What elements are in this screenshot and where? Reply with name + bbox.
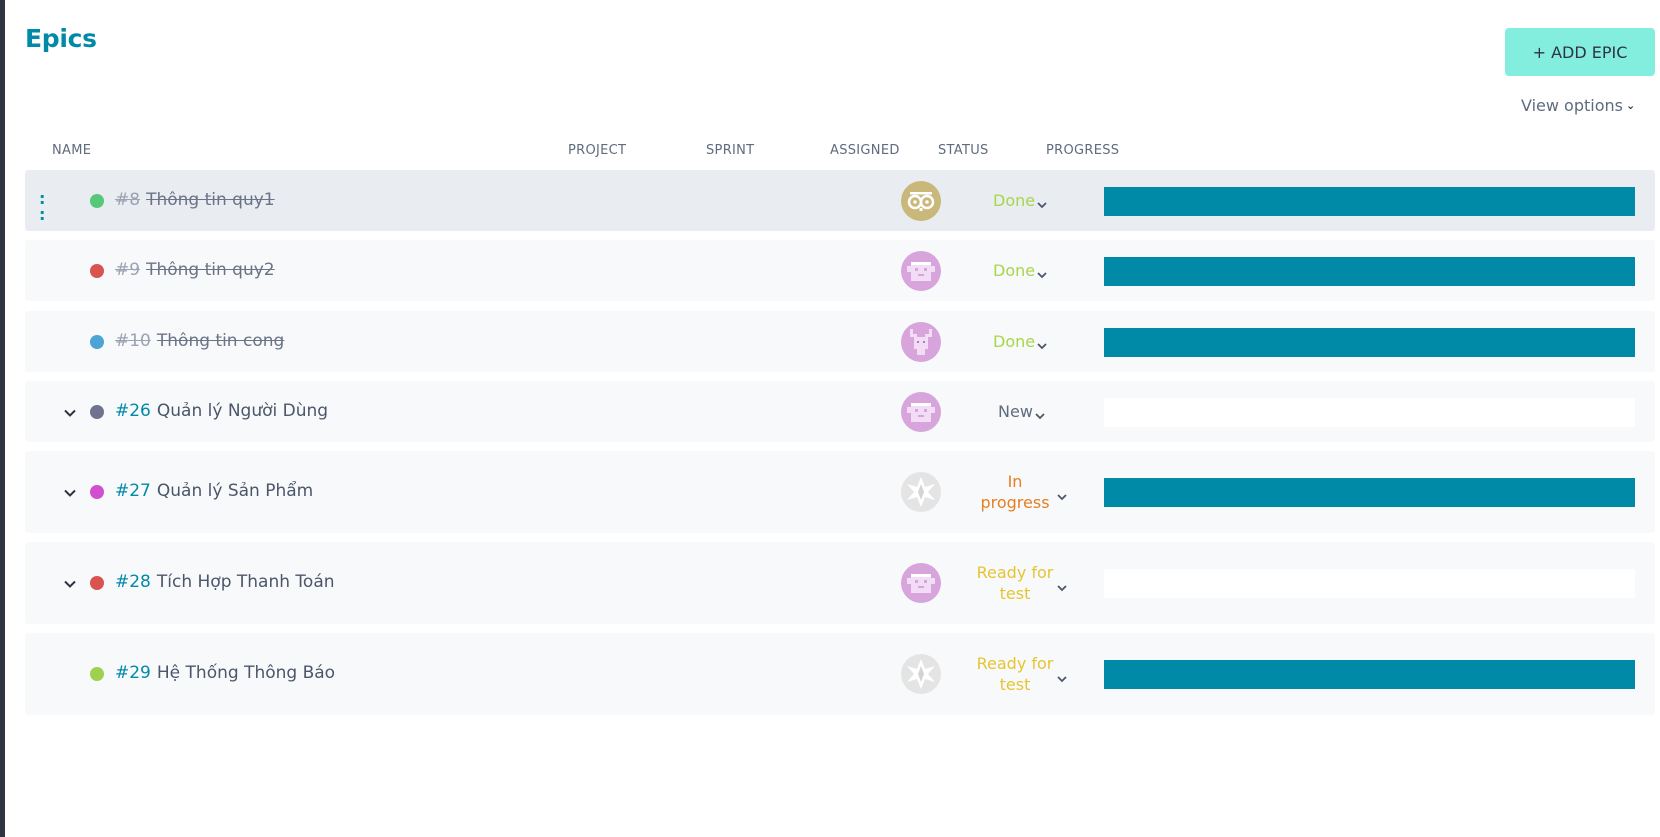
progress-bar [1104,327,1635,357]
status-label-line: Ready for [976,563,1054,582]
epic-ref: #10 [115,330,151,351]
status-label: In progress [975,471,1055,513]
drag-handle-icon[interactable]: :: [39,190,45,223]
status-label: Done [993,190,1036,210]
progress-bar [1104,478,1635,507]
epic-title: Thông tin cong [156,330,285,351]
column-header-progress[interactable]: PROGRESS [1046,143,1119,158]
chevron-down-icon [1055,487,1069,501]
epic-color-dot [90,193,104,208]
epic-color-dot [90,485,104,499]
epic-ref: #28 [115,572,151,592]
status-dropdown[interactable]: Done [990,190,1120,211]
progress-bar-fill [1104,660,1635,689]
status-label: Ready for test [975,653,1055,695]
progress-bar-fill [1104,256,1635,286]
status-dropdown[interactable]: Done [990,260,1120,281]
status-label-line: In [1007,472,1023,491]
status-dropdown[interactable]: Ready for test [975,562,1105,604]
epic-ref: #27 [115,481,151,501]
status-dropdown[interactable]: In progress [975,471,1105,513]
epic-row[interactable]: #29 Hệ Thống Thông Báo Ready for test [25,633,1655,715]
deer-avatar-icon[interactable] [901,321,941,362]
status-label: Done [993,331,1036,351]
expand-toggle-icon[interactable] [63,405,77,419]
progress-bar [1104,660,1635,689]
status-label-line: test [999,584,1031,603]
status-dropdown[interactable]: Done [990,331,1120,352]
status-label-line: test [999,675,1031,694]
epic-ref: #26 [115,400,151,421]
epic-title: Thông tin quy2 [146,259,275,280]
progress-bar [1104,397,1635,427]
chevron-down-icon [1035,265,1049,279]
progress-bar-fill [1104,478,1635,507]
epic-name-link[interactable]: #27 Quản lý Sản Phẩm [115,481,313,501]
star-avatar-icon[interactable] [901,654,941,694]
progress-bar [1104,256,1635,286]
expand-toggle-icon[interactable] [63,485,77,499]
status-label-line: progress [980,493,1050,512]
chevron-down-icon [1055,669,1069,683]
epic-ref: #8 [115,189,141,210]
chevron-down-icon [1033,406,1047,420]
epic-name-link[interactable]: #29 Hệ Thống Thông Báo [115,663,335,683]
epic-name-link[interactable]: #8 Thông tin quy1 [115,190,275,210]
progress-bar-fill [1104,186,1635,216]
progress-bar-fill [1104,327,1635,357]
epic-row[interactable]: #9 Thông tin quy2 Done [25,240,1655,301]
epic-row[interactable]: #28 Tích Hợp Thanh Toán Ready for test [25,542,1655,624]
add-epic-button[interactable]: + ADD EPIC [1505,28,1655,76]
status-label: New [998,401,1033,421]
epic-color-dot [90,576,104,590]
status-dropdown[interactable]: New [990,401,1120,422]
column-header-status[interactable]: STATUS [938,143,989,158]
pixel-face-avatar-icon[interactable] [901,250,941,291]
epic-row[interactable]: #27 Quản lý Sản Phẩm In progress [25,451,1655,533]
epic-ref: #29 [115,663,151,683]
column-header-project[interactable]: PROJECT [568,143,626,158]
owl-avatar-icon[interactable] [901,180,941,221]
epic-name-link[interactable]: #9 Thông tin quy2 [115,260,275,280]
epic-title: Thông tin quy1 [146,189,275,210]
chevron-down-icon [1035,195,1049,209]
pixel-face-avatar-icon[interactable] [901,391,941,432]
epic-color-dot [90,404,104,419]
chevron-down-icon [1035,336,1049,350]
status-dropdown[interactable]: Ready for test [975,653,1105,695]
status-label: Done [993,260,1036,280]
epic-row[interactable]: :: #8 Thông tin quy1 Done [25,170,1655,231]
epic-title: Quản lý Người Dùng [156,400,329,421]
view-options-label: View options [1521,96,1623,115]
star-avatar-icon[interactable] [901,472,941,512]
epic-name-link[interactable]: #26 Quản lý Người Dùng [115,401,328,421]
pixel-face-avatar-icon[interactable] [901,563,941,603]
epic-row[interactable]: #26 Quản lý Người Dùng New [25,381,1655,442]
epic-title: Quản lý Sản Phẩm [156,481,314,501]
expand-toggle-icon[interactable] [63,576,77,590]
column-header-name[interactable]: NAME [52,143,91,158]
epic-ref: #9 [115,259,141,280]
epic-color-dot [90,334,104,349]
window-edge [0,0,5,837]
status-label-line: Ready for [976,654,1054,673]
column-header-sprint[interactable]: SPRINT [706,143,754,158]
epic-color-dot [90,263,104,278]
chevron-down-icon [1055,578,1069,592]
epic-title: Tích Hợp Thanh Toán [156,572,335,592]
epic-name-link[interactable]: #10 Thông tin cong [115,331,284,351]
chevron-down-icon: ⌄ [1625,99,1636,112]
epic-title: Hệ Thống Thông Báo [156,663,336,683]
column-header-assigned[interactable]: ASSIGNED [830,143,900,158]
epic-row[interactable]: #10 Thông tin cong Done [25,311,1655,372]
progress-bar [1104,186,1635,216]
epic-name-link[interactable]: #28 Tích Hợp Thanh Toán [115,572,335,592]
epic-color-dot [90,667,104,681]
status-label: Ready for test [975,562,1055,604]
view-options-dropdown[interactable]: View options ⌄ [1521,96,1635,115]
page-title: Epics [25,24,97,53]
progress-bar [1104,569,1635,598]
